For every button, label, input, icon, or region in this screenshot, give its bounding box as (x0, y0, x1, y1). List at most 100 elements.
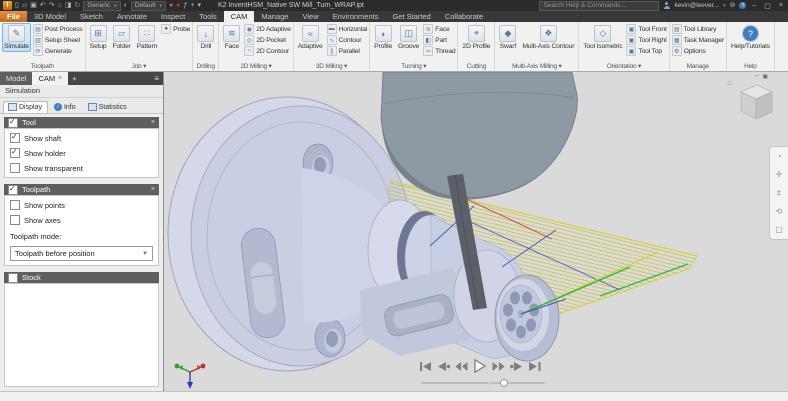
ribbon-button-setup[interactable]: ⊞Setup (88, 23, 109, 52)
play-button[interactable] (473, 359, 487, 373)
checkbox-box[interactable] (10, 133, 20, 143)
ribbon-tab-file[interactable]: File (0, 11, 27, 22)
section-checkbox-tool[interactable] (8, 118, 18, 128)
user-menu-chevron-icon[interactable]: ▾ (723, 3, 726, 9)
fx-icon[interactable]: ƒ (183, 1, 187, 10)
material-sphere-icon[interactable]: ● (176, 1, 180, 10)
signed-in-user[interactable]: kevin@leever... (674, 2, 719, 9)
ribbon-button-generate[interactable]: ⟳Generate (33, 46, 83, 56)
tab-display[interactable]: Display (3, 101, 48, 113)
ribbon-button-help-tutorials[interactable]: ?Help/Tutorials (729, 23, 772, 52)
ribbon-button-2d-adaptive[interactable]: ◉2D Adaptive (244, 24, 290, 34)
ribbon-button-tool-top[interactable]: ▣Tool Top (626, 46, 666, 56)
undo-icon[interactable]: ↶ (40, 1, 46, 10)
viewport-3d[interactable]: ‒▣ ⌂ ◔✛±⟲▢ (164, 72, 788, 391)
zoom-icon[interactable]: ± (777, 188, 781, 197)
ribbon-button-setup-sheet[interactable]: ▥Setup Sheet (33, 35, 83, 45)
panel-tab-cam[interactable]: CAM × (32, 72, 68, 85)
ribbon-tab-get-started[interactable]: Get Started (385, 11, 437, 22)
panel-tab-add-button[interactable]: + (68, 72, 80, 85)
restore-button[interactable]: ▢ (762, 2, 773, 10)
ribbon-group-label-3d-milling[interactable]: 3D Milling ▾ (296, 62, 367, 71)
checkbox-show-axes[interactable]: Show axes (10, 215, 153, 225)
ribbon-button-simulate[interactable]: ✎Simulate (2, 23, 31, 52)
section-checkbox-toolpath[interactable] (8, 185, 18, 195)
ribbon-tab-sketch[interactable]: Sketch (73, 11, 110, 22)
ribbon-tab-manage[interactable]: Manage (254, 11, 295, 22)
plus-icon[interactable]: + (190, 1, 194, 10)
dropdown-icon[interactable]: ▾ (197, 1, 201, 10)
ribbon-tab-collaborate[interactable]: Collaborate (438, 11, 490, 22)
ribbon-button-tool-library[interactable]: ▤Tool Library (672, 24, 724, 34)
play-to-next-button[interactable] (510, 361, 523, 372)
toolpath-mode-select[interactable]: Toolpath before position▼ (10, 246, 153, 261)
ribbon-tab-cam[interactable]: CAM (224, 11, 255, 22)
ribbon-tab-environments[interactable]: Environments (326, 11, 386, 22)
ribbon-button-multi-axis-contour[interactable]: ❖Multi-Axis Contour (520, 23, 576, 52)
section-checkbox-stock[interactable] (8, 273, 18, 283)
search-input[interactable]: Search Help & Commands... (539, 1, 659, 11)
help-icon[interactable]: ? (739, 2, 746, 9)
panel-tab-model[interactable]: Model (0, 72, 32, 85)
color-wheel-icon[interactable]: ◐ (124, 1, 128, 10)
checkbox-box[interactable] (10, 148, 20, 158)
ribbon-button-contour[interactable]: ∿Contour (327, 35, 368, 45)
timeline-handle[interactable] (500, 379, 508, 387)
ribbon-group-label-job[interactable]: Job ▾ (88, 62, 191, 71)
ribbon-button-groove[interactable]: ◫Groove (396, 23, 421, 52)
panel-menu-icon[interactable]: ≡ (150, 72, 163, 85)
checkbox-show-shaft[interactable]: Show shaft (10, 133, 153, 143)
orbit-icon[interactable]: ⟲ (776, 207, 783, 216)
ribbon-button-parallel[interactable]: ∥Parallel (327, 46, 368, 56)
ribbon-button-tool-front[interactable]: ▣Tool Front (626, 24, 666, 34)
ribbon-button-2d-contour[interactable]: ○2D Contour (244, 46, 290, 56)
ribbon-group-label-turning[interactable]: Turning ▾ (372, 62, 455, 71)
ribbon-button-task-manager[interactable]: ▦Task Manager (672, 35, 724, 45)
open-file-icon[interactable]: ▱ (22, 1, 27, 10)
ribbon-button-tool-isometric[interactable]: ◇Tool Isometric (581, 23, 624, 52)
ribbon-group-label-multi-axis-milling[interactable]: Multi-Axis Milling ▾ (497, 62, 576, 71)
navigation-wheel-icon[interactable]: ◔ (777, 152, 782, 161)
look-at-icon[interactable]: ▢ (775, 225, 783, 234)
checkbox-box[interactable] (10, 163, 20, 173)
iproperties-icon[interactable]: ◨ (65, 1, 72, 10)
update-icon[interactable]: ↻ (74, 1, 80, 10)
ribbon-button-swarf[interactable]: ◆Swarf (497, 23, 518, 52)
ribbon-button-profile[interactable]: ◗Profile (372, 23, 394, 52)
ribbon-tab-inspect[interactable]: Inspect (154, 11, 192, 22)
ribbon-button-folder[interactable]: ▱Folder (111, 23, 133, 52)
home-icon[interactable]: ⌂ (58, 1, 62, 10)
ribbon-button-part[interactable]: ◧Part (423, 35, 455, 45)
ribbon-button-face[interactable]: ≋Face (423, 24, 455, 34)
checkbox-box[interactable] (10, 200, 20, 210)
checkbox-box[interactable] (10, 215, 20, 225)
simulation-timeline-slider[interactable] (421, 378, 545, 388)
panel-tab-close-icon[interactable]: × (58, 75, 62, 82)
ribbon-tab-view[interactable]: View (295, 11, 325, 22)
ribbon-button-2d-profile[interactable]: ⌖2D Profile (460, 23, 492, 52)
section-close-icon[interactable]: × (151, 186, 155, 193)
step-back-button[interactable] (455, 361, 468, 372)
document-window-buttons[interactable]: ‒▣ (755, 73, 768, 80)
view-representation-combo[interactable]: Default▾ (131, 1, 166, 11)
appearance-sphere-icon[interactable]: ● (169, 1, 173, 10)
timeline-track[interactable] (421, 382, 545, 384)
ribbon-button-adaptive[interactable]: ≈Adaptive (296, 23, 325, 52)
ribbon-tab-tools[interactable]: Tools (192, 11, 224, 22)
close-button[interactable]: × (777, 2, 785, 9)
ribbon-tab-3d-model[interactable]: 3D Model (27, 11, 73, 22)
tab-info[interactable]: iInfo (49, 101, 82, 113)
ribbon-button-horizontal[interactable]: ▬Horizontal (327, 24, 368, 34)
ribbon-button-tool-right[interactable]: ▣Tool Right (626, 35, 666, 45)
ribbon-group-label-orientation[interactable]: Orientation ▾ (581, 62, 666, 71)
section-header-toolpath[interactable]: Toolpath× (4, 184, 159, 195)
ribbon-button-probe[interactable]: ●Probe (161, 24, 190, 34)
ribbon-button-thread[interactable]: ∾Thread (423, 46, 455, 56)
section-header-tool[interactable]: Tool× (4, 117, 159, 128)
ribbon-button-pattern[interactable]: ∷Pattern (135, 23, 160, 52)
inventor-logo-icon[interactable]: I (3, 1, 12, 10)
skip-to-start-button[interactable] (419, 361, 432, 372)
skip-to-end-button[interactable] (528, 361, 541, 372)
ribbon-button-2d-pocket[interactable]: ◎2D Pocket (244, 35, 290, 45)
checkbox-show-holder[interactable]: Show holder (10, 148, 153, 158)
